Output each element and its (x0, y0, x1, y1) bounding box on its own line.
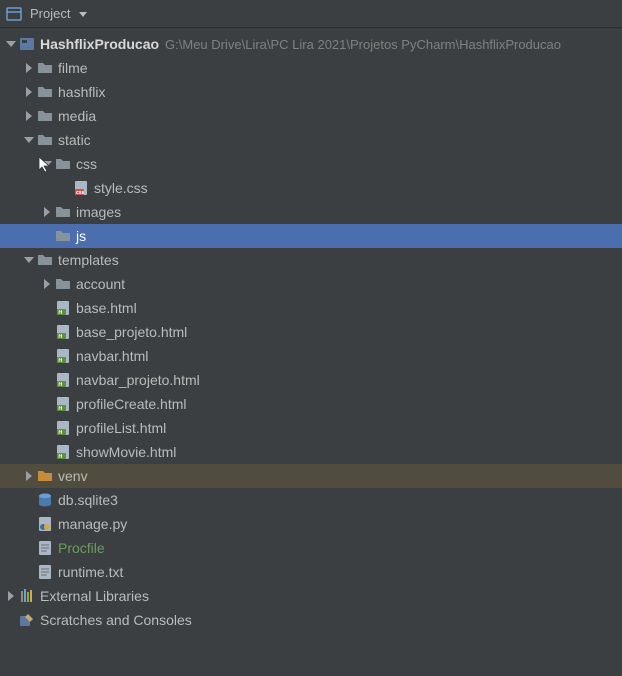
folder-label: filme (58, 60, 88, 76)
file-label: navbar_projeto.html (76, 372, 200, 388)
folder-label: css (76, 156, 97, 172)
project-view-icon (6, 6, 22, 22)
folder-label: account (76, 276, 125, 292)
file-label: profileList.html (76, 420, 166, 436)
python-file-icon (36, 516, 54, 532)
text-file-icon (36, 540, 54, 556)
file-label: manage.py (58, 516, 127, 532)
folder-label: static (58, 132, 91, 148)
external-label: External Libraries (40, 588, 149, 604)
folder-icon (36, 60, 54, 76)
folder-venv[interactable]: venv (0, 464, 622, 488)
folder-media[interactable]: media (0, 104, 622, 128)
folder-label: venv (58, 468, 88, 484)
file-label: Procfile (58, 540, 105, 556)
chevron-down-icon[interactable] (4, 39, 18, 49)
chevron-down-icon[interactable] (22, 255, 36, 265)
file-runtime-txt[interactable]: runtime.txt (0, 560, 622, 584)
folder-icon (54, 276, 72, 292)
folder-icon (36, 108, 54, 124)
project-root[interactable]: HashflixProducao G:\Meu Drive\Lira\PC Li… (0, 32, 622, 56)
file-procfile[interactable]: Procfile (0, 536, 622, 560)
file-label: navbar.html (76, 348, 148, 364)
chevron-right-icon[interactable] (22, 87, 36, 97)
text-file-icon (36, 564, 54, 580)
file-label: runtime.txt (58, 564, 123, 580)
scratches-and-consoles[interactable]: Scratches and Consoles (0, 608, 622, 632)
file-label: profileCreate.html (76, 396, 187, 412)
html-file-icon (54, 372, 72, 388)
project-panel-header[interactable]: Project (0, 0, 622, 28)
folder-icon (54, 204, 72, 220)
root-path: G:\Meu Drive\Lira\PC Lira 2021\Projetos … (165, 37, 561, 52)
chevron-right-icon[interactable] (40, 279, 54, 289)
html-file-icon (54, 324, 72, 340)
chevron-right-icon[interactable] (22, 111, 36, 121)
dropdown-icon[interactable] (78, 9, 88, 19)
html-file-icon (54, 420, 72, 436)
file-showmovie-html[interactable]: showMovie.html (0, 440, 622, 464)
libraries-icon (18, 588, 36, 604)
chevron-down-icon[interactable] (22, 135, 36, 145)
folder-label: media (58, 108, 96, 124)
chevron-down-icon[interactable] (40, 159, 54, 169)
folder-label: hashflix (58, 84, 105, 100)
external-libraries[interactable]: External Libraries (0, 584, 622, 608)
folder-label: templates (58, 252, 119, 268)
scratches-icon (18, 612, 36, 628)
folder-css[interactable]: css (0, 152, 622, 176)
project-tree: HashflixProducao G:\Meu Drive\Lira\PC Li… (0, 28, 622, 632)
scratches-label: Scratches and Consoles (40, 612, 192, 628)
css-file-icon (72, 180, 90, 196)
chevron-right-icon[interactable] (40, 207, 54, 217)
folder-filme[interactable]: filme (0, 56, 622, 80)
folder-images[interactable]: images (0, 200, 622, 224)
folder-icon (36, 84, 54, 100)
file-base-projeto-html[interactable]: base_projeto.html (0, 320, 622, 344)
html-file-icon (54, 444, 72, 460)
chevron-right-icon[interactable] (4, 591, 18, 601)
folder-label: images (76, 204, 121, 220)
file-profilecreate-html[interactable]: profileCreate.html (0, 392, 622, 416)
folder-orange-icon (36, 468, 54, 484)
folder-account[interactable]: account (0, 272, 622, 296)
file-profilelist-html[interactable]: profileList.html (0, 416, 622, 440)
file-base-html[interactable]: base.html (0, 296, 622, 320)
file-label: showMovie.html (76, 444, 176, 460)
folder-templates[interactable]: templates (0, 248, 622, 272)
module-icon (18, 36, 36, 52)
file-style-css[interactable]: style.css (0, 176, 622, 200)
folder-icon (36, 252, 54, 268)
panel-title: Project (30, 6, 70, 21)
folder-icon (36, 132, 54, 148)
folder-js[interactable]: js (0, 224, 622, 248)
file-label: style.css (94, 180, 148, 196)
html-file-icon (54, 348, 72, 364)
folder-label: js (76, 228, 86, 244)
root-name: HashflixProducao (40, 36, 159, 52)
chevron-right-icon[interactable] (22, 63, 36, 73)
file-label: base_projeto.html (76, 324, 187, 340)
file-label: db.sqlite3 (58, 492, 118, 508)
chevron-right-icon[interactable] (22, 471, 36, 481)
file-db-sqlite3[interactable]: db.sqlite3 (0, 488, 622, 512)
file-navbar-html[interactable]: navbar.html (0, 344, 622, 368)
database-icon (36, 492, 54, 508)
file-manage-py[interactable]: manage.py (0, 512, 622, 536)
html-file-icon (54, 300, 72, 316)
folder-icon (54, 156, 72, 172)
file-label: base.html (76, 300, 137, 316)
html-file-icon (54, 396, 72, 412)
folder-icon (54, 228, 72, 244)
folder-static[interactable]: static (0, 128, 622, 152)
file-navbar-projeto-html[interactable]: navbar_projeto.html (0, 368, 622, 392)
folder-hashflix[interactable]: hashflix (0, 80, 622, 104)
